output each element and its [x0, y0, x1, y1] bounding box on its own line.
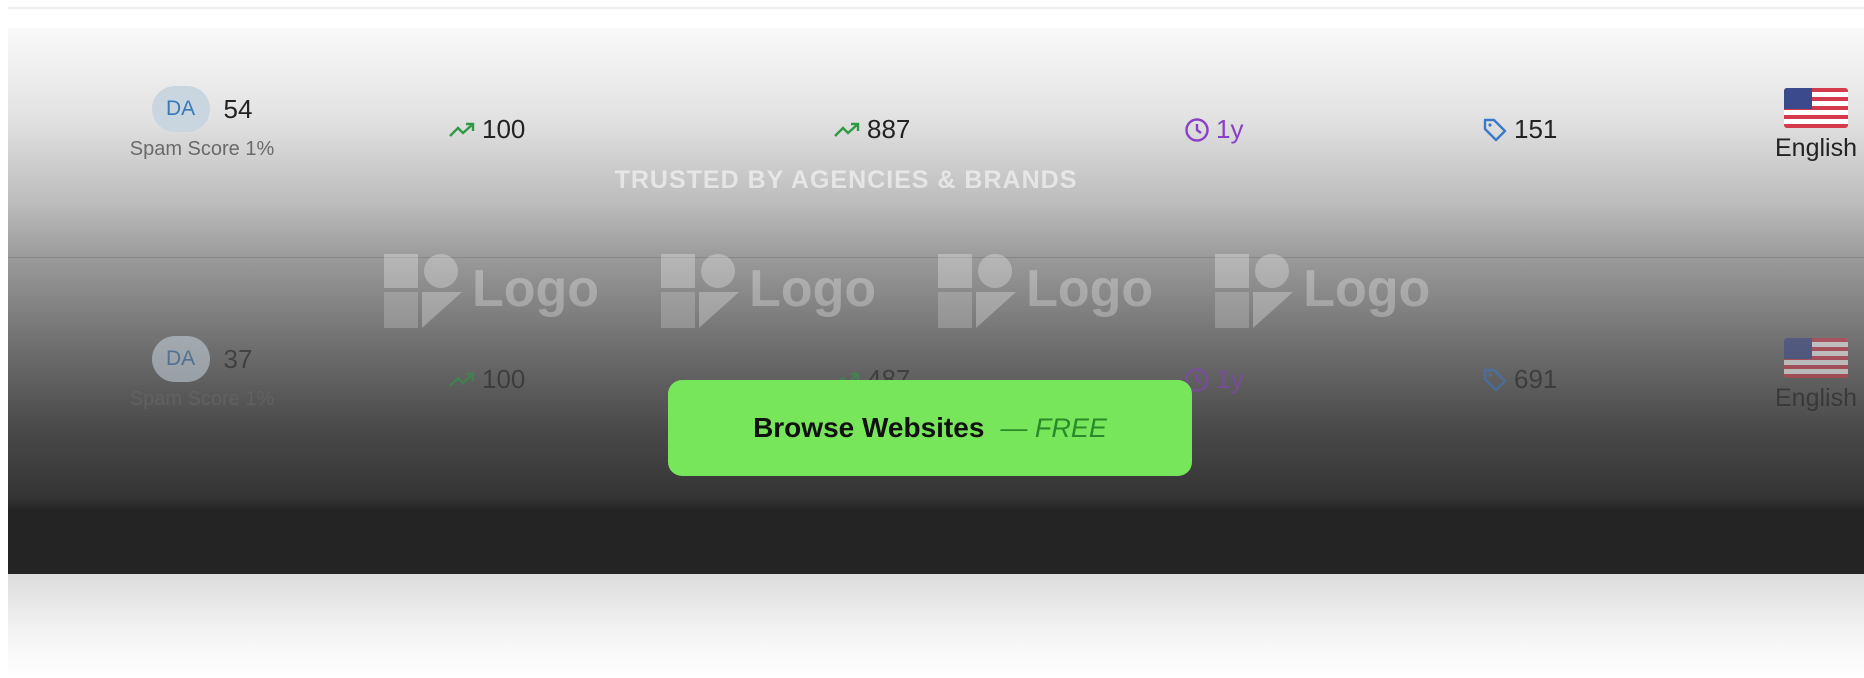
logo-mark-icon — [661, 254, 740, 328]
us-flag-icon — [1784, 338, 1848, 378]
footer-band — [8, 510, 1864, 574]
clock-icon — [1184, 117, 1210, 143]
trend-up-icon — [448, 371, 476, 389]
us-flag-icon — [1784, 88, 1848, 128]
domain-authority-cell: DA 37 Spam Score 1% — [108, 336, 296, 411]
partner-logos: Logo Logo Logo Logo — [384, 250, 1430, 328]
referring-domains-cell: 887 — [833, 114, 910, 145]
traffic-cell: 100 — [448, 364, 525, 395]
logo-text: Logo — [1026, 260, 1154, 318]
partner-logo: Logo — [384, 250, 599, 328]
da-value: 54 — [223, 93, 253, 124]
cta-label: Browse Websites — [753, 412, 985, 443]
price-value: 151 — [1514, 114, 1558, 144]
language-cell: English — [1761, 338, 1864, 413]
logo-text: Logo — [1303, 260, 1431, 318]
trend-up-icon — [448, 121, 476, 139]
domain-age-value: 1y — [1216, 364, 1244, 394]
tag-icon — [1482, 367, 1508, 393]
price-cell: 151 — [1482, 114, 1557, 145]
language-label: English — [1775, 384, 1857, 412]
bottom-fade — [8, 574, 1864, 678]
cta-free-label: — FREE — [1000, 412, 1107, 443]
da-badge: DA — [151, 336, 210, 382]
partner-logo: Logo — [1215, 250, 1430, 328]
traffic-value: 100 — [482, 114, 526, 144]
language-label: English — [1775, 134, 1857, 162]
domain-age-cell: 1y — [1184, 114, 1243, 145]
browse-websites-button[interactable]: Browse Websites — FREE — [668, 380, 1192, 476]
tag-icon — [1482, 117, 1508, 143]
domain-age-value: 1y — [1216, 114, 1244, 144]
logo-mark-icon — [938, 254, 1017, 328]
price-value: 691 — [1514, 364, 1558, 394]
trend-up-icon — [833, 121, 861, 139]
traffic-value: 100 — [482, 364, 526, 394]
logo-text: Logo — [749, 260, 877, 318]
top-divider — [8, 7, 1864, 9]
domain-authority-cell: DA 54 Spam Score 1% — [108, 86, 296, 161]
logo-mark-icon — [384, 254, 462, 328]
logo-text: Logo — [472, 260, 600, 318]
language-cell: English — [1761, 88, 1864, 163]
da-value: 37 — [223, 343, 253, 374]
partner-logo: Logo — [661, 250, 876, 328]
blurred-listings-panel: DA 54 Spam Score 1% 100 887 1y 151 Engli… — [8, 28, 1864, 574]
logo-mark-icon — [1215, 254, 1294, 328]
traffic-cell: 100 — [448, 114, 525, 145]
price-cell: 691 — [1482, 364, 1557, 395]
da-badge: DA — [151, 86, 210, 132]
spam-score: Spam Score 1% — [129, 138, 275, 160]
partner-logo: Logo — [938, 250, 1153, 328]
domain-age-cell: 1y — [1184, 364, 1243, 395]
spam-score: Spam Score 1% — [129, 388, 275, 410]
table-row: DA 54 Spam Score 1% 100 887 1y 151 Engli… — [8, 28, 1864, 162]
referring-domains-value: 887 — [867, 114, 911, 144]
trusted-by-heading: TRUSTED BY AGENCIES & BRANDS — [614, 166, 1078, 194]
